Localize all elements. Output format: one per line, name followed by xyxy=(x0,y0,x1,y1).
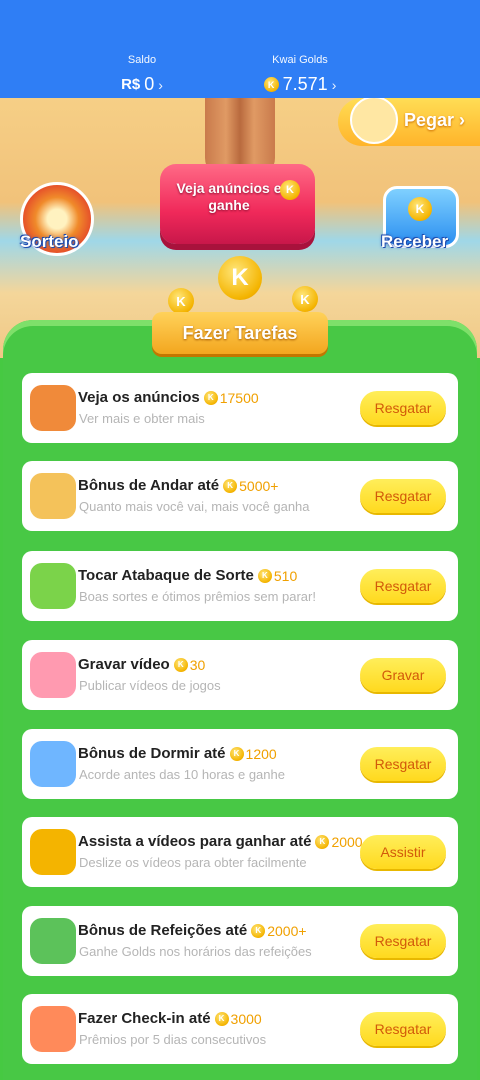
task-subtitle: Publicar vídeos de jogos xyxy=(79,678,221,693)
k-coin-icon: K xyxy=(203,390,218,405)
sorteio-label[interactable]: Sorteio xyxy=(20,232,79,252)
task-action-button[interactable]: Resgatar xyxy=(360,391,446,425)
task-title: Tocar Atabaque de Sorte xyxy=(78,567,254,584)
k-coin-icon: K xyxy=(263,77,279,92)
task-card: Bônus de Dormir até K 1200 Acorde antes das… xyxy=(22,729,458,799)
task-reward: K 5000+ xyxy=(223,478,278,494)
task-reward: K 510 xyxy=(257,568,297,584)
k-coin-icon: K xyxy=(229,746,244,761)
golds-balance[interactable]: Kwai Golds K 7.571 › xyxy=(252,54,348,95)
task-card: Bônus de Refeições até K 2000+ Ganhe Golds … xyxy=(22,906,458,976)
golds-value: 7.571 xyxy=(282,74,328,94)
task-card: Fazer Check-in até K 3000 Prêmios por 5 dia… xyxy=(22,994,458,1064)
task-card: Tocar Atabaque de Sorte K 510 Boas sortes e… xyxy=(22,551,458,621)
task-action-button[interactable]: Resgatar xyxy=(360,479,446,513)
saldo-value: 0 xyxy=(144,74,155,94)
task-subtitle: Deslize os vídeos para obter facilmente xyxy=(79,855,307,870)
task-card: Gravar vídeo K 30 Publicar vídeos de jogos G… xyxy=(22,640,458,710)
camera-icon xyxy=(30,652,76,698)
task-title: Fazer Check-in até xyxy=(78,1010,211,1027)
saldo-balance[interactable]: Saldo R$ 0 › xyxy=(112,54,172,95)
watch-ads-label: Veja anúncios e ganhe xyxy=(176,180,282,213)
task-action-button[interactable]: Resgatar xyxy=(360,1012,446,1046)
k-coin-icon: K xyxy=(251,923,266,938)
saldo-label: Saldo xyxy=(127,54,157,66)
moon-icon xyxy=(30,741,76,787)
task-subtitle: Ver mais e obter mais xyxy=(79,411,205,426)
task-action-button[interactable]: Resgatar xyxy=(360,569,446,603)
k-coin-icon: K xyxy=(218,256,262,300)
task-reward: K 30 xyxy=(173,657,205,673)
coin-basket-icon: K xyxy=(200,256,280,306)
task-title: Bônus de Refeições até xyxy=(78,922,248,939)
k-coin-icon: K xyxy=(280,180,300,200)
k-coin-icon: K xyxy=(257,568,272,583)
k-coin-icon: K xyxy=(292,286,318,312)
top-balance-bar: Saldo R$ 0 › Kwai Golds K 7.571 › xyxy=(0,0,480,98)
task-subtitle: Ganhe Golds nos horários das refeições xyxy=(79,944,312,959)
meal-icon xyxy=(30,918,76,964)
task-reward: K 2000+ xyxy=(251,923,307,939)
walking-boy-icon xyxy=(30,473,76,519)
task-title: Assista a vídeos para ganhar até xyxy=(78,833,312,850)
tv-icon xyxy=(30,385,76,431)
receber-label[interactable]: Receber xyxy=(381,232,448,252)
chevron-right-icon: › xyxy=(158,76,163,93)
task-subtitle: Prêmios por 5 dias consecutivos xyxy=(79,1032,267,1047)
task-action-button[interactable]: Resgatar xyxy=(360,924,446,958)
task-reward: K 17500 xyxy=(203,390,259,406)
task-title: Veja os anúncios xyxy=(78,389,200,406)
task-action-button[interactable]: Resgatar xyxy=(360,747,446,781)
pegar-label: Pegar › xyxy=(404,110,466,130)
task-reward: K 1200 xyxy=(229,746,277,762)
task-card: Assista a vídeos para ganhar até K 2000 Des… xyxy=(22,817,458,887)
task-card: Bônus de Andar até K 5000+ Quanto mais você… xyxy=(22,461,458,531)
golds-label: Kwai Golds xyxy=(272,54,328,66)
task-title: Bônus de Dormir até xyxy=(78,745,226,762)
task-subtitle: Quanto mais você vai, mais você ganha xyxy=(79,499,310,514)
saldo-currency: R$ xyxy=(121,76,141,93)
task-card: Veja os anúncios K 17500 Ver mais e obter m… xyxy=(22,373,458,443)
task-title: Bônus de Andar até xyxy=(78,477,220,494)
task-reward: K 3000 xyxy=(214,1011,262,1027)
task-action-button[interactable]: Gravar xyxy=(360,658,446,692)
k-coin-icon: K xyxy=(168,288,194,314)
pegar-button[interactable]: Pegar › xyxy=(338,98,480,146)
k-coin-icon: K xyxy=(315,834,330,849)
task-subtitle: Acorde antes das 10 horas e ganhe xyxy=(79,767,285,782)
task-reward: K 2000 xyxy=(315,834,363,850)
video-camera-icon xyxy=(30,829,76,875)
watch-ads-button[interactable]: Veja anúncios e ganhe K xyxy=(160,164,315,244)
calendar-icon xyxy=(30,1006,76,1052)
fazer-tarefas-banner: Fazer Tarefas xyxy=(152,312,328,354)
chevron-right-icon: › xyxy=(331,76,337,93)
task-title: Gravar vídeo xyxy=(78,656,170,673)
task-subtitle: Boas sortes e ótimos prêmios sem parar! xyxy=(79,589,316,604)
drum-icon xyxy=(30,563,76,609)
hand-coin-icon xyxy=(350,98,398,144)
task-action-button[interactable]: Assistir xyxy=(360,835,446,869)
k-coin-icon: K xyxy=(223,478,238,493)
k-coin-icon: K xyxy=(408,197,432,221)
k-coin-icon: K xyxy=(214,1011,229,1026)
k-coin-icon: K xyxy=(173,657,188,672)
